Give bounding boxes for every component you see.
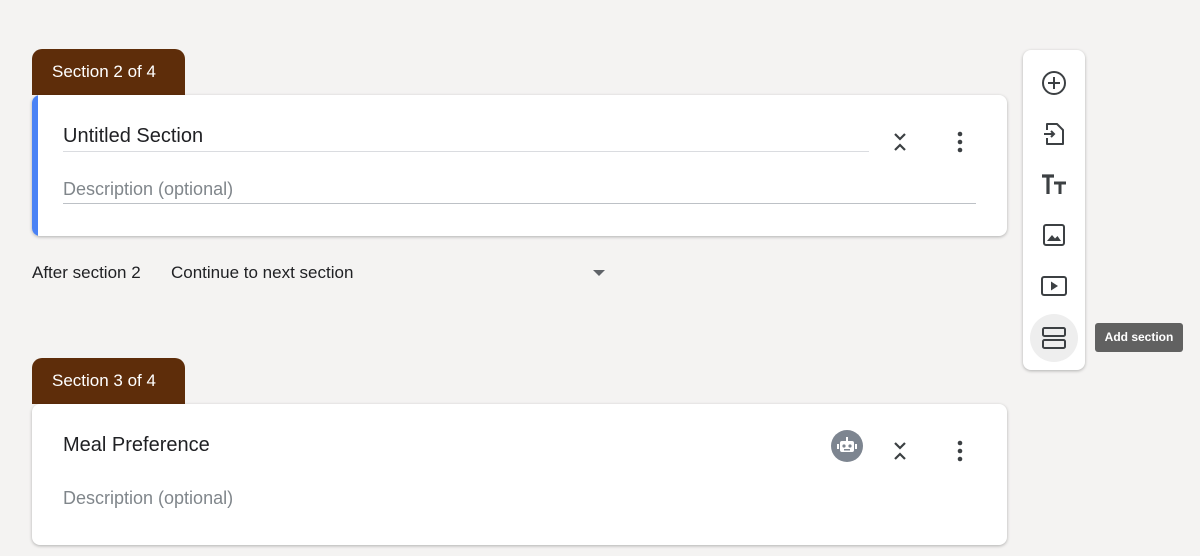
collapse-button[interactable] <box>884 126 916 158</box>
collapse-icon <box>894 442 906 460</box>
collapse-icon <box>894 133 906 151</box>
more-vert-icon <box>957 440 963 462</box>
section-description-input[interactable]: Description (optional) <box>63 179 233 200</box>
section-3-tab: Section 3 of 4 <box>32 358 185 404</box>
add-question-button[interactable] <box>1034 63 1074 103</box>
more-options-button[interactable] <box>944 126 976 158</box>
add-video-button[interactable] <box>1034 266 1074 306</box>
add-section-button[interactable] <box>1030 314 1078 362</box>
dropdown-arrow-icon <box>593 270 605 276</box>
section-title-input[interactable]: Meal Preference <box>63 434 210 457</box>
more-options-button[interactable] <box>944 435 976 467</box>
after-section-label: After section 2 <box>32 263 141 282</box>
robot-icon <box>837 437 857 452</box>
image-icon <box>1043 224 1065 246</box>
add-circle-icon <box>1042 71 1066 95</box>
after-section-dropdown[interactable]: Continue to next section <box>171 263 611 285</box>
more-vert-icon <box>957 131 963 153</box>
floating-toolbar <box>1023 50 1085 370</box>
add-title-button[interactable] <box>1034 165 1074 205</box>
robot-avatar-icon[interactable] <box>831 430 863 462</box>
section-icon <box>1042 327 1066 349</box>
after-section-value: Continue to next section <box>171 263 354 282</box>
section-2-card[interactable]: Untitled Section Description (optional) <box>32 95 1007 236</box>
title-underline <box>63 151 869 152</box>
video-icon <box>1041 276 1067 296</box>
active-section-indicator <box>32 95 38 236</box>
section-description-input[interactable]: Description (optional) <box>63 488 233 509</box>
add-section-tooltip: Add section <box>1095 323 1183 352</box>
add-image-button[interactable] <box>1034 215 1074 255</box>
section-2-tab: Section 2 of 4 <box>32 49 185 95</box>
collapse-button[interactable] <box>884 435 916 467</box>
section-title-input[interactable]: Untitled Section <box>63 125 203 148</box>
section-3-card[interactable]: Meal Preference Description (optional) <box>32 404 1007 545</box>
description-underline <box>63 203 976 204</box>
title-text-icon <box>1042 174 1066 194</box>
import-questions-button[interactable] <box>1034 114 1074 154</box>
import-icon <box>1044 123 1064 145</box>
